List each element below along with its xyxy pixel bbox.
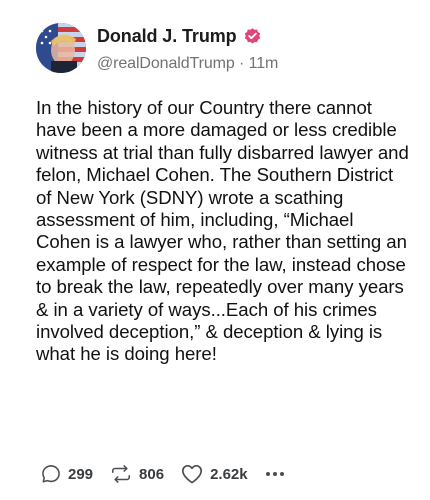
reply-button[interactable]: 299 (40, 463, 93, 485)
author-name-row: Donald J. Trump (97, 26, 262, 47)
avatar-image (36, 23, 86, 73)
heart-icon (182, 464, 203, 484)
repost-icon (112, 465, 131, 483)
post-text: In the history of our Country there cann… (36, 97, 409, 365)
more-icon (265, 472, 270, 476)
post-timestamp[interactable]: 11m (249, 55, 279, 72)
avatar[interactable] (36, 23, 86, 73)
author-name[interactable]: Donald J. Trump (97, 26, 237, 47)
author-handle[interactable]: @realDonaldTrump (97, 55, 235, 72)
post-body: In the history of our Country there cann… (36, 97, 411, 366)
repost-button[interactable]: 806 (109, 463, 164, 485)
repost-count: 806 (139, 465, 165, 483)
author-meta: @realDonaldTrump · 11m (97, 55, 278, 73)
more-icon-dot (279, 472, 284, 476)
action-bar: 299 806 2.62k (40, 462, 284, 486)
like-count: 2.62k (210, 465, 248, 483)
more-options-button[interactable] (265, 472, 284, 476)
verified-badge-icon (244, 28, 260, 44)
like-button[interactable]: 2.62k (180, 463, 248, 485)
reply-count: 299 (68, 465, 94, 483)
truth-post: Donald J. Trump @realDonaldTrump · 11m I… (0, 0, 430, 500)
meta-separator: · (234, 55, 249, 72)
reply-icon (42, 465, 60, 483)
more-icon-dot (272, 472, 277, 476)
